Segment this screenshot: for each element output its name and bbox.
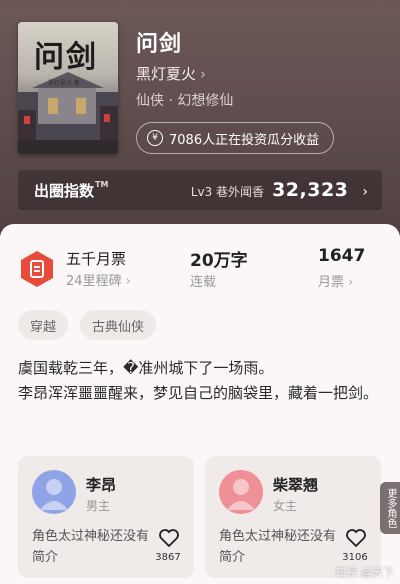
cover-title: 问剑 xyxy=(34,40,98,75)
character-card[interactable]: 柴翠翘 女主 角色太过神秘还没有简介 3106 xyxy=(205,456,381,578)
character-name: 柴翠翘 xyxy=(273,476,319,494)
character-intro: 角色太过神秘还没有简介 xyxy=(219,529,337,565)
popularity-score: 32,323 xyxy=(272,179,349,201)
tag-chip[interactable]: 古典仙侠 xyxy=(80,310,157,340)
word-count: 20万字 xyxy=(190,251,248,271)
watermark: 知乎 @天下 xyxy=(335,566,395,579)
chevron-right-icon: › xyxy=(362,184,368,200)
author-link[interactable]: 黑灯夏火 › xyxy=(136,63,206,84)
description-line: 李昂浑浑噩噩醒来，梦见自己的脑袋里，藏着一把剑。 xyxy=(18,384,379,402)
cover-author: 黑灯夏火 著 xyxy=(48,80,80,87)
character-role: 女主 xyxy=(273,499,298,513)
heart-icon[interactable] xyxy=(345,528,367,548)
description-line: 虞国载乾三年，�准州城下了一场雨。 xyxy=(18,359,274,377)
author-name: 黑灯夏火 xyxy=(136,65,197,83)
heart-icon[interactable] xyxy=(158,528,180,548)
monthly-ticket-badge-icon xyxy=(21,251,53,287)
character-name: 李昂 xyxy=(86,476,117,494)
book-description: 虞国载乾三年，�准州城下了一场雨。 李昂浑浑噩噩醒来，梦见自己的脑袋里，藏着一把… xyxy=(18,356,378,406)
monthly-ticket-title: 五千月票 xyxy=(66,250,127,268)
monthly-votes-link[interactable]: 月票 › xyxy=(318,271,353,290)
person-silhouette-icon xyxy=(40,479,68,510)
book-title: 问剑 xyxy=(136,32,183,57)
milestone-link[interactable]: 24里程碑 › xyxy=(66,270,131,289)
serial-status: 连载 xyxy=(190,275,217,290)
like-count: 3867 xyxy=(155,552,181,563)
chevron-right-icon: › xyxy=(200,65,207,83)
book-cover[interactable]: 问剑 黑灯夏火 著 xyxy=(18,22,118,154)
book-header: 问剑 黑灯夏火 著 问剑 黑灯夏火 › 仙侠 · 幻想修仙 ¥ 7086人正在投资… xyxy=(0,0,400,240)
character-card[interactable]: 李昂 男主 角色太过神秘还没有简介 3867 xyxy=(18,456,194,578)
monthly-votes-count: 1647 xyxy=(318,246,366,266)
like-count: 3106 xyxy=(342,552,368,563)
person-silhouette-icon xyxy=(227,479,255,510)
character-avatar xyxy=(219,470,263,514)
popularity-index-bar[interactable]: 出圈指数TM Lv3 巷外闻香 32,323 › xyxy=(18,170,382,210)
character-avatar xyxy=(32,470,76,514)
chevron-right-icon: › xyxy=(125,274,131,289)
invest-text: 7086人正在投资瓜分收益 xyxy=(169,132,320,148)
popularity-level: Lv3 巷外闻香 xyxy=(190,185,265,199)
book-genre: 仙侠 · 幻想修仙 xyxy=(136,93,234,109)
character-intro: 角色太过神秘还没有简介 xyxy=(32,529,150,565)
invest-button[interactable]: ¥ 7086人正在投资瓜分收益 xyxy=(136,122,335,154)
tag-chip[interactable]: 穿越 xyxy=(18,310,69,340)
popularity-label: 出圈指数TM xyxy=(34,179,109,200)
character-role: 男主 xyxy=(86,499,111,513)
book-detail-panel: 五千月票 24里程碑 › 20万字 连载 1647 月票 › 穿越 古典仙侠 虞国载… xyxy=(0,224,400,584)
trademark-mark: TM xyxy=(95,179,109,189)
yen-icon: ¥ xyxy=(147,130,163,146)
chevron-right-icon: › xyxy=(348,275,354,290)
more-characters-tab[interactable]: 更多角色 xyxy=(380,482,400,534)
